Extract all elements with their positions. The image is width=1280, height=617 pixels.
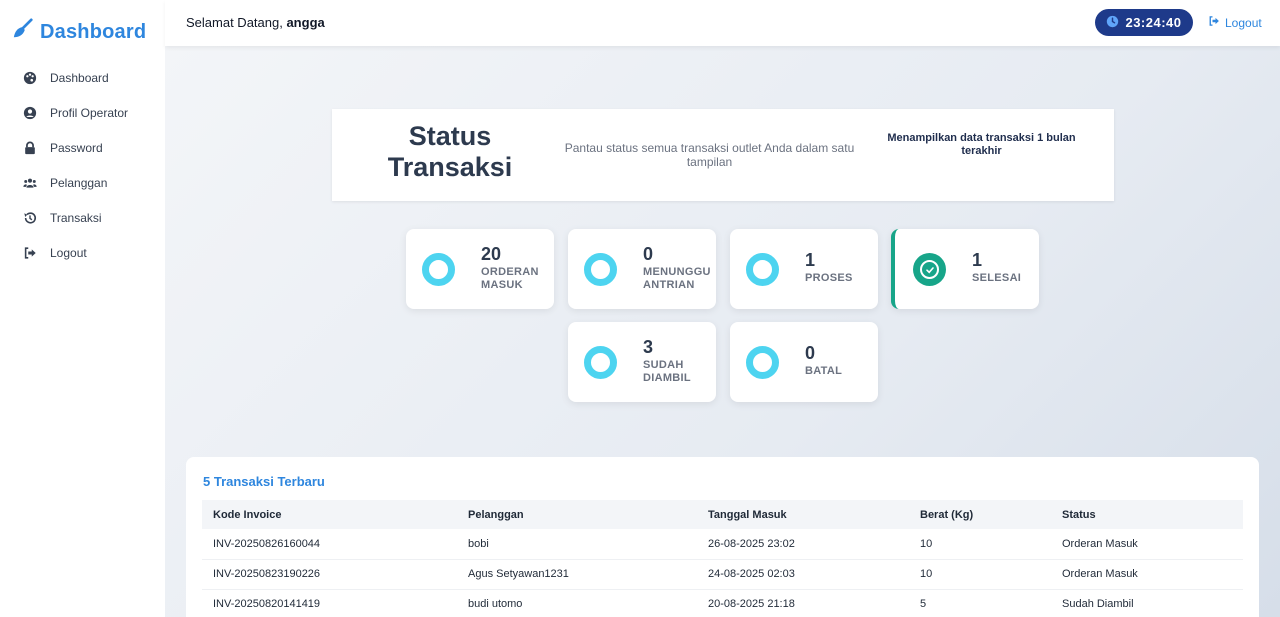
stat-card-menunggu-antrian[interactable]: 0 MENUNGGU ANTRIAN xyxy=(568,229,716,309)
recent-transactions-title: 5 Transaksi Terbaru xyxy=(203,474,325,489)
column-header: Berat (Kg) xyxy=(909,500,1051,529)
sign-out-icon xyxy=(1208,15,1220,30)
stat-label: ORDERAN MASUK xyxy=(481,266,539,291)
column-header: Kode Invoice xyxy=(202,500,457,529)
date-cell: 20-08-2025 21:18 xyxy=(697,589,909,617)
brand-title: Dashboard xyxy=(40,20,147,43)
date-cell: 24-08-2025 02:03 xyxy=(697,559,909,590)
sidebar-item-label: Profil Operator xyxy=(50,105,129,120)
lock-icon xyxy=(22,140,38,156)
status-cell: Orderan Masuk xyxy=(1051,529,1243,560)
stat-count: 0 xyxy=(805,343,816,363)
customer-cell: bobi xyxy=(457,529,697,560)
ring-icon xyxy=(584,346,617,379)
stat-label: SUDAH DIAMBIL xyxy=(643,359,691,384)
invoice-cell: INV-20250820141419 xyxy=(202,589,457,617)
sidebar-item-pelanggan[interactable]: Pelanggan xyxy=(0,165,165,200)
sidebar-item-label: Transaksi xyxy=(50,210,102,225)
welcome-message: Selamat Datang, angga xyxy=(186,15,325,30)
column-header: Status xyxy=(1051,500,1243,529)
sign-out-icon xyxy=(22,245,38,261)
status-header-card: Status Transaksi Pantau status semua tra… xyxy=(332,109,1114,201)
stat-label: BATAL xyxy=(805,365,843,377)
page-subtitle: Pantau status semua transaksi outlet And… xyxy=(564,141,855,169)
stat-label: SELESAI xyxy=(972,272,1022,284)
topbar: Selamat Datang, angga 23:24:40 Logout xyxy=(165,0,1280,46)
stat-card-orderan-masuk[interactable]: 20 ORDERAN MASUK xyxy=(406,229,554,309)
stat-count: 20 xyxy=(481,244,502,264)
user-circle-icon xyxy=(22,105,38,121)
stat-label: PROSES xyxy=(805,272,853,284)
customer-cell: budi utomo xyxy=(457,589,697,617)
users-icon xyxy=(22,175,38,191)
status-cell: Sudah Diambil xyxy=(1051,589,1243,617)
weight-cell: 5 xyxy=(909,589,1051,617)
stat-label: MENUNGGU ANTRIAN xyxy=(643,266,711,291)
sidebar-item-label: Logout xyxy=(50,245,87,260)
status-cell: Orderan Masuk xyxy=(1051,559,1243,590)
brand-logo[interactable]: Dashboard xyxy=(12,18,146,46)
sidebar-item-transaksi[interactable]: Transaksi xyxy=(0,200,165,235)
palette-icon xyxy=(22,70,38,86)
invoice-cell: INV-20250826160044 xyxy=(202,529,457,560)
stat-count: 1 xyxy=(805,250,816,270)
username: angga xyxy=(286,15,325,30)
logout-label: Logout xyxy=(1225,15,1262,30)
ring-icon xyxy=(746,346,779,379)
sidebar-item-label: Pelanggan xyxy=(50,175,108,190)
ring-icon xyxy=(422,253,455,286)
stat-card-proses[interactable]: 1 PROSES xyxy=(730,229,878,309)
table-row[interactable]: INV-20250820141419 budi utomo 20-08-2025… xyxy=(202,589,1243,617)
broom-icon xyxy=(12,18,34,46)
invoice-cell: INV-20250823190226 xyxy=(202,559,457,590)
stat-count: 1 xyxy=(972,250,983,270)
table-row[interactable]: INV-20250826160044 bobi 26-08-2025 23:02… xyxy=(202,529,1243,560)
sidebar-item-label: Dashboard xyxy=(50,70,109,85)
check-circle-icon xyxy=(913,253,946,286)
recent-transactions-card: 5 Transaksi Terbaru Kode Invoice Pelangg… xyxy=(186,457,1259,617)
sidebar-nav: Dashboard Profil Operator Password Pelan… xyxy=(0,60,165,270)
stat-count: 3 xyxy=(643,337,654,357)
recent-transactions-table: Kode Invoice Pelanggan Tanggal Masuk Ber… xyxy=(202,500,1243,617)
weight-cell: 10 xyxy=(909,559,1051,590)
ring-icon xyxy=(584,253,617,286)
sidebar: Dashboard Dashboard Profil Operator Pass… xyxy=(0,0,165,617)
sidebar-item-logout[interactable]: Logout xyxy=(0,235,165,270)
sidebar-item-dashboard[interactable]: Dashboard xyxy=(0,60,165,95)
table-row[interactable]: INV-20250823190226 Agus Setyawan1231 24-… xyxy=(202,559,1243,590)
clock-time: 23:24:40 xyxy=(1125,15,1182,30)
main-content: Status Transaksi Pantau status semua tra… xyxy=(165,46,1280,617)
logout-link[interactable]: Logout xyxy=(1208,15,1262,30)
clock-badge: 23:24:40 xyxy=(1095,9,1193,36)
sidebar-item-profil-operator[interactable]: Profil Operator xyxy=(0,95,165,130)
welcome-prefix: Selamat Datang, xyxy=(186,15,287,30)
column-header: Tanggal Masuk xyxy=(697,500,909,529)
stat-count: 0 xyxy=(643,244,654,264)
column-header: Pelanggan xyxy=(457,500,697,529)
period-note: Menampilkan data transaksi 1 bulan terak… xyxy=(887,132,1076,157)
ring-icon xyxy=(746,253,779,286)
table-header-row: Kode Invoice Pelanggan Tanggal Masuk Ber… xyxy=(202,500,1243,529)
history-icon xyxy=(22,210,38,226)
stat-card-selesai[interactable]: 1 SELESAI xyxy=(891,229,1039,309)
stat-card-batal[interactable]: 0 BATAL xyxy=(730,322,878,402)
sidebar-item-label: Password xyxy=(50,140,103,155)
stat-card-sudah-diambil[interactable]: 3 SUDAH DIAMBIL xyxy=(568,322,716,402)
clock-icon xyxy=(1106,15,1119,31)
sidebar-item-password[interactable]: Password xyxy=(0,130,165,165)
weight-cell: 10 xyxy=(909,529,1051,560)
customer-cell: Agus Setyawan1231 xyxy=(457,559,697,590)
date-cell: 26-08-2025 23:02 xyxy=(697,529,909,560)
page-title: Status Transaksi xyxy=(387,121,513,182)
